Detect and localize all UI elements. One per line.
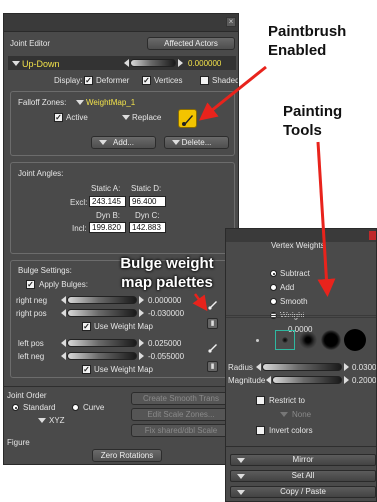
paintbrush-arrow — [198, 65, 267, 121]
bulge-palettes-arrow — [192, 293, 208, 312]
painting-tools-arrow — [316, 141, 336, 297]
annotation-arrows — [192, 65, 336, 312]
